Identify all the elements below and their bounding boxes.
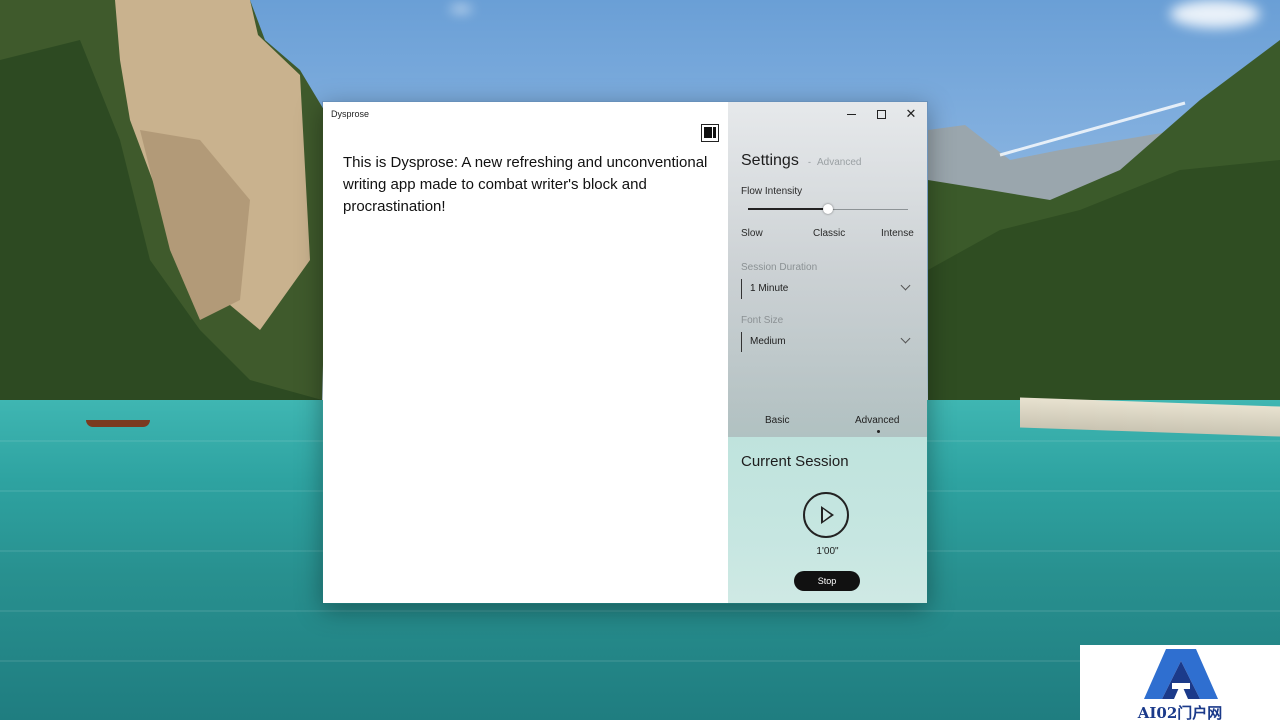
- tab-advanced[interactable]: Advanced: [855, 415, 899, 426]
- flow-intensity-thumb[interactable]: [823, 204, 833, 214]
- session-duration-label: Session Duration: [741, 262, 818, 273]
- tab-selected-indicator: [877, 430, 880, 433]
- side-panel: ✕ Settings - Advanced Flow Intensity Slo…: [728, 102, 927, 603]
- advanced-link[interactable]: Advanced: [817, 157, 861, 168]
- flow-intensity-fill: [748, 208, 828, 210]
- minimize-icon: [846, 113, 856, 115]
- chevron-down-icon: [900, 333, 911, 344]
- stop-button[interactable]: Stop: [794, 571, 860, 591]
- watermark: AI02门户网: [1080, 645, 1280, 722]
- app-window: Dysprose This is Dysprose: A new refresh…: [322, 101, 928, 604]
- font-size-select[interactable]: Medium: [741, 332, 915, 352]
- flow-intensity-label: Flow Intensity: [741, 186, 803, 197]
- close-icon: ✕: [905, 106, 917, 121]
- session-duration-select[interactable]: 1 Minute: [741, 279, 915, 299]
- settings-separator: -: [808, 157, 811, 167]
- current-session-section: Current Session 1'00" Stop: [728, 437, 927, 603]
- editor-pane[interactable]: Dysprose This is Dysprose: A new refresh…: [323, 102, 728, 603]
- session-duration-value: 1 Minute: [750, 283, 789, 294]
- maximize-icon: [876, 109, 886, 119]
- play-button[interactable]: [803, 492, 849, 538]
- tick-label-slow: Slow: [741, 228, 763, 239]
- watermark-logo-icon: [1144, 649, 1218, 699]
- tick-label-classic: Classic: [813, 228, 846, 239]
- tick-label-intense: Intense: [881, 228, 914, 239]
- editor-text-area[interactable]: This is Dysprose: A new refreshing and u…: [343, 152, 713, 218]
- timer-readout: 1'00": [816, 546, 839, 557]
- session-title: Current Session: [741, 453, 849, 470]
- font-size-label: Font Size: [741, 315, 784, 326]
- chevron-down-icon: [900, 280, 911, 291]
- contrast-toggle-icon[interactable]: [701, 124, 719, 142]
- tab-basic[interactable]: Basic: [765, 415, 789, 426]
- minimize-button[interactable]: [836, 105, 866, 123]
- font-size-value: Medium: [750, 336, 786, 347]
- rowboat: [86, 420, 150, 427]
- maximize-button[interactable]: [866, 105, 896, 123]
- close-button[interactable]: ✕: [896, 105, 926, 123]
- settings-title: Settings: [741, 152, 799, 169]
- settings-section: ✕ Settings - Advanced Flow Intensity Slo…: [728, 102, 927, 437]
- window-title: Dysprose: [331, 109, 370, 119]
